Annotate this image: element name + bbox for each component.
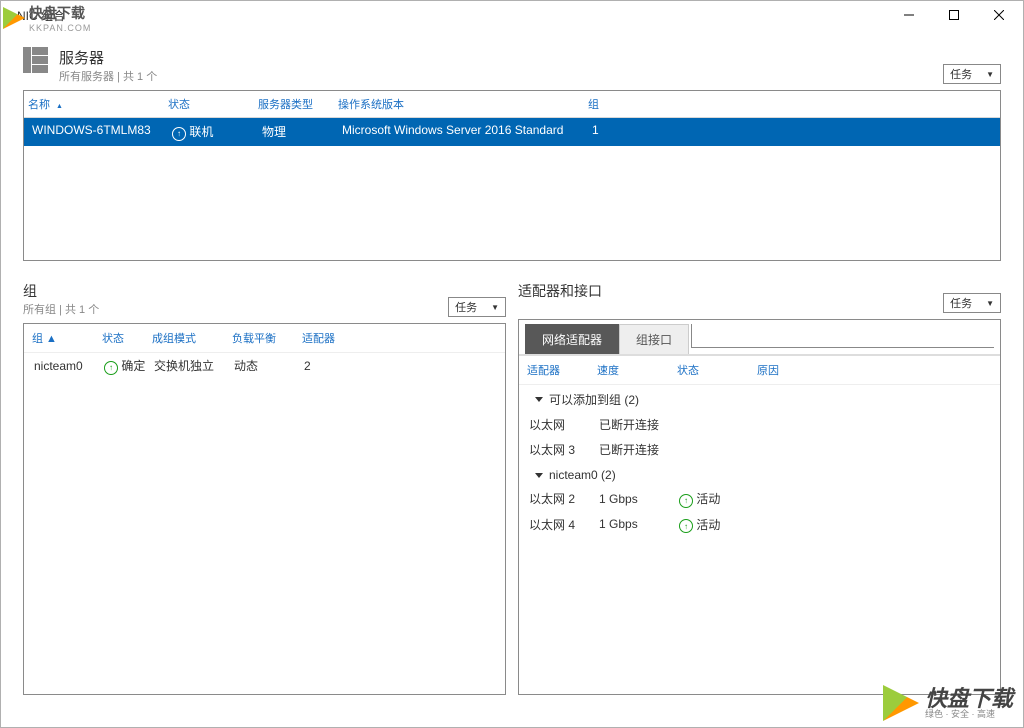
adapter-speed: 1 Gbps [595,517,675,531]
watermark-footer: 快盘下载 绿色 · 安全 · 高速 [883,685,1013,721]
servers-title: 服务器 [59,47,943,68]
adapter-speed: 已断开连接 [595,416,675,433]
adapter-body: 可以添加到组 (2)以太网已断开连接以太网 3已断开连接nicteam0 (2)… [519,385,1000,537]
tcol-team[interactable]: 组 ▲ [28,330,98,346]
adapter-row[interactable]: 以太网 3已断开连接 [519,437,1000,462]
status-up-icon [172,127,186,141]
watermark-site: KKPAN.COM [29,23,91,33]
status-up-icon [679,519,693,533]
team-mode: 交换机独立 [150,357,230,374]
adapters-tasks-button[interactable]: 任务 [943,293,1001,313]
servers-header: 服务器 所有服务器 | 共 1 个 任务 [23,47,1001,84]
acol-adapter[interactable]: 适配器 [523,362,593,378]
col-type[interactable]: 服务器类型 [254,91,334,117]
sort-asc-icon: ▲ [43,333,57,345]
adapters-panel: 适配器和接口 任务 网络适配器 组接口 适配器 速度 状态 原因 可以添加到组 … [518,281,1001,695]
watermark-logo-icon [3,7,25,29]
col-team[interactable]: 组 [584,91,1000,117]
adapter-group-header[interactable]: 可以添加到组 (2) [519,385,1000,412]
adapter-name: 以太网 4 [525,516,595,533]
watermark-top: 快盘下载 KKPAN.COM [1,1,93,35]
footer-sub: 绿色 · 安全 · 高速 [925,710,1013,719]
teams-tasks-button[interactable]: 任务 [448,297,506,317]
servers-icon [23,47,51,75]
status-up-icon [104,361,118,375]
adapter-row[interactable]: 以太网已断开连接 [519,412,1000,437]
watermark-brand: 快盘下载 [29,3,91,23]
server-team: 1 [588,123,996,141]
status-up-icon [679,494,693,508]
server-row[interactable]: WINDOWS-6TMLM83 联机 物理 Microsoft Windows … [24,118,1000,146]
caret-down-icon [535,473,543,478]
col-os[interactable]: 操作系统版本 [334,91,584,117]
adapter-group-header[interactable]: nicteam0 (2) [519,462,1000,486]
adapter-row[interactable]: 以太网 21 Gbps 活动 [519,486,1000,512]
adapter-name: 以太网 [525,416,595,433]
adapter-name: 以太网 3 [525,441,595,458]
team-status: 确定 [100,357,150,375]
tab-network-adapters[interactable]: 网络适配器 [525,324,619,354]
footer-brand: 快盘下载 [925,688,1013,710]
caret-down-icon [535,397,543,402]
maximize-button[interactable] [931,1,976,29]
teams-title: 组 [23,281,448,301]
teams-subtitle: 所有组 | 共 1 个 [23,301,448,317]
teams-panel: 组 所有组 | 共 1 个 任务 组 ▲ 状态 成组模式 负载平衡 适配器 ni… [23,281,506,695]
server-os: Microsoft Windows Server 2016 Standard [338,123,588,141]
server-type: 物理 [258,123,338,141]
tab-filter-input[interactable] [691,324,994,348]
col-name[interactable]: 名称▲ [24,91,164,117]
tcol-lb[interactable]: 负载平衡 [228,330,298,346]
minimize-button[interactable] [886,1,931,29]
acol-speed[interactable]: 速度 [593,362,673,378]
tcol-status[interactable]: 状态 [98,330,148,346]
adapter-speed: 已断开连接 [595,441,675,458]
adapter-status: 活动 [675,516,755,534]
footer-logo-icon [883,685,919,721]
col-status[interactable]: 状态 [164,91,254,117]
tcol-mode[interactable]: 成组模式 [148,330,228,346]
team-lb: 动态 [230,357,300,374]
team-adapters: 2 [300,359,499,373]
tcol-adapters[interactable]: 适配器 [298,330,501,346]
team-row[interactable]: nicteam0 确定 交换机独立 动态 2 [24,353,505,379]
server-name: WINDOWS-6TMLM83 [28,123,168,141]
acol-reason[interactable]: 原因 [753,362,996,378]
acol-status[interactable]: 状态 [673,362,753,378]
task-label: 任务 [950,66,972,82]
adapter-status: 活动 [675,490,755,508]
team-name: nicteam0 [30,359,100,373]
servers-table: 名称▲ 状态 服务器类型 操作系统版本 组 WINDOWS-6TMLM83 联机… [23,90,1001,261]
tab-team-interfaces[interactable]: 组接口 [619,324,689,354]
servers-subtitle: 所有服务器 | 共 1 个 [59,68,943,84]
servers-tasks-button[interactable]: 任务 [943,64,1001,84]
adapter-name: 以太网 2 [525,490,595,507]
adapters-title: 适配器和接口 [518,281,943,301]
close-button[interactable] [976,1,1021,29]
titlebar: NIC 组合 [1,1,1023,29]
adapter-row[interactable]: 以太网 41 Gbps 活动 [519,512,1000,538]
server-status: 联机 [168,123,258,141]
adapter-speed: 1 Gbps [595,492,675,506]
sort-asc-icon: ▲ [56,103,63,110]
